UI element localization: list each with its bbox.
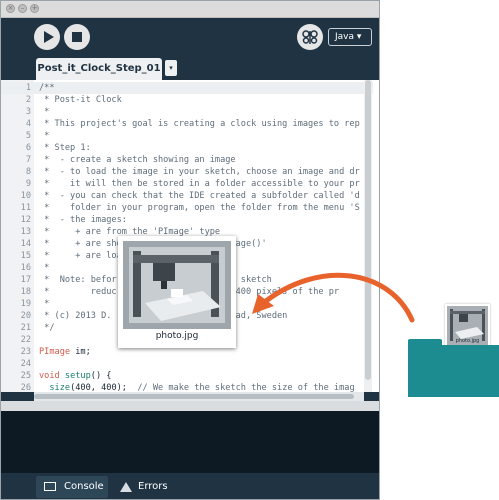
thumbnail-filename: photo.jpg [455, 338, 480, 344]
drag-arrow-icon [252, 272, 415, 323]
data-folder-icon[interactable] [408, 345, 499, 397]
photo-thumbnail[interactable]: photo.jpg [445, 304, 490, 349]
